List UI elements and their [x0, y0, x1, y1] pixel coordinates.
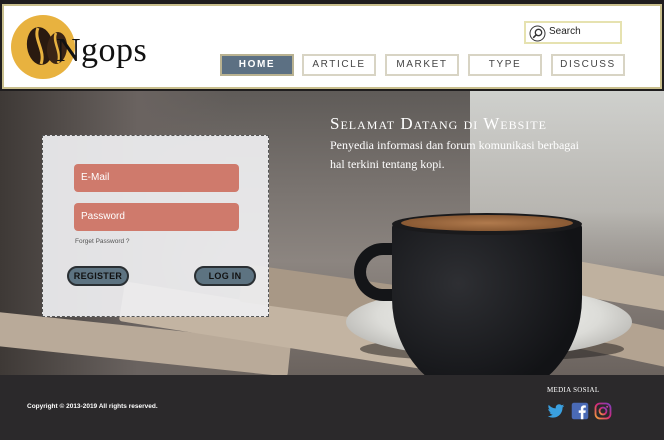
nav-item-article[interactable]: ARTICLE [302, 54, 376, 76]
coffee-surface [401, 215, 573, 231]
nav-item-home[interactable]: HOME [220, 54, 294, 76]
search-box[interactable]: Search [524, 21, 622, 44]
search-input[interactable]: Search [549, 26, 581, 37]
social-media-title: MEDIA SOSIAL [547, 386, 600, 394]
nav-item-discuss[interactable]: DISCUSS [551, 54, 625, 76]
email-field[interactable]: E-Mail [74, 164, 239, 192]
site-header: Ngops Search HOME ARTICLE MARKET TYPE DI… [0, 0, 664, 91]
password-field[interactable]: Password [74, 203, 239, 231]
welcome-subtitle: Penyedia informasi dan forum komunikasi … [330, 138, 579, 171]
login-panel: E-Mail Password Forget Password ? REGIST… [42, 135, 269, 317]
welcome-title: Selamat Datang di Website [330, 114, 547, 133]
copyright-text: Copyright © 2013-2019 All rights reserve… [27, 403, 158, 410]
nav-item-market[interactable]: MARKET [385, 54, 459, 76]
nav-item-type[interactable]: TYPE [468, 54, 542, 76]
hero-banner: Selamat Datang di Website Penyedia infor… [0, 91, 664, 375]
welcome-section: Selamat Datang di Website Penyedia infor… [330, 114, 650, 174]
twitter-icon[interactable] [547, 402, 565, 420]
coffee-cup-image [392, 222, 582, 375]
facebook-icon[interactable] [571, 402, 589, 420]
header-panel: Ngops Search HOME ARTICLE MARKET TYPE DI… [2, 4, 662, 89]
search-icon[interactable] [529, 25, 546, 42]
login-button[interactable]: LOG IN [194, 266, 256, 286]
site-footer: Copyright © 2013-2019 All rights reserve… [0, 375, 664, 440]
brand-name[interactable]: Ngops [56, 31, 147, 71]
register-button[interactable]: REGISTER [67, 266, 129, 286]
instagram-icon[interactable] [594, 402, 612, 420]
forgot-password-link[interactable]: Forget Password ? [75, 238, 130, 245]
